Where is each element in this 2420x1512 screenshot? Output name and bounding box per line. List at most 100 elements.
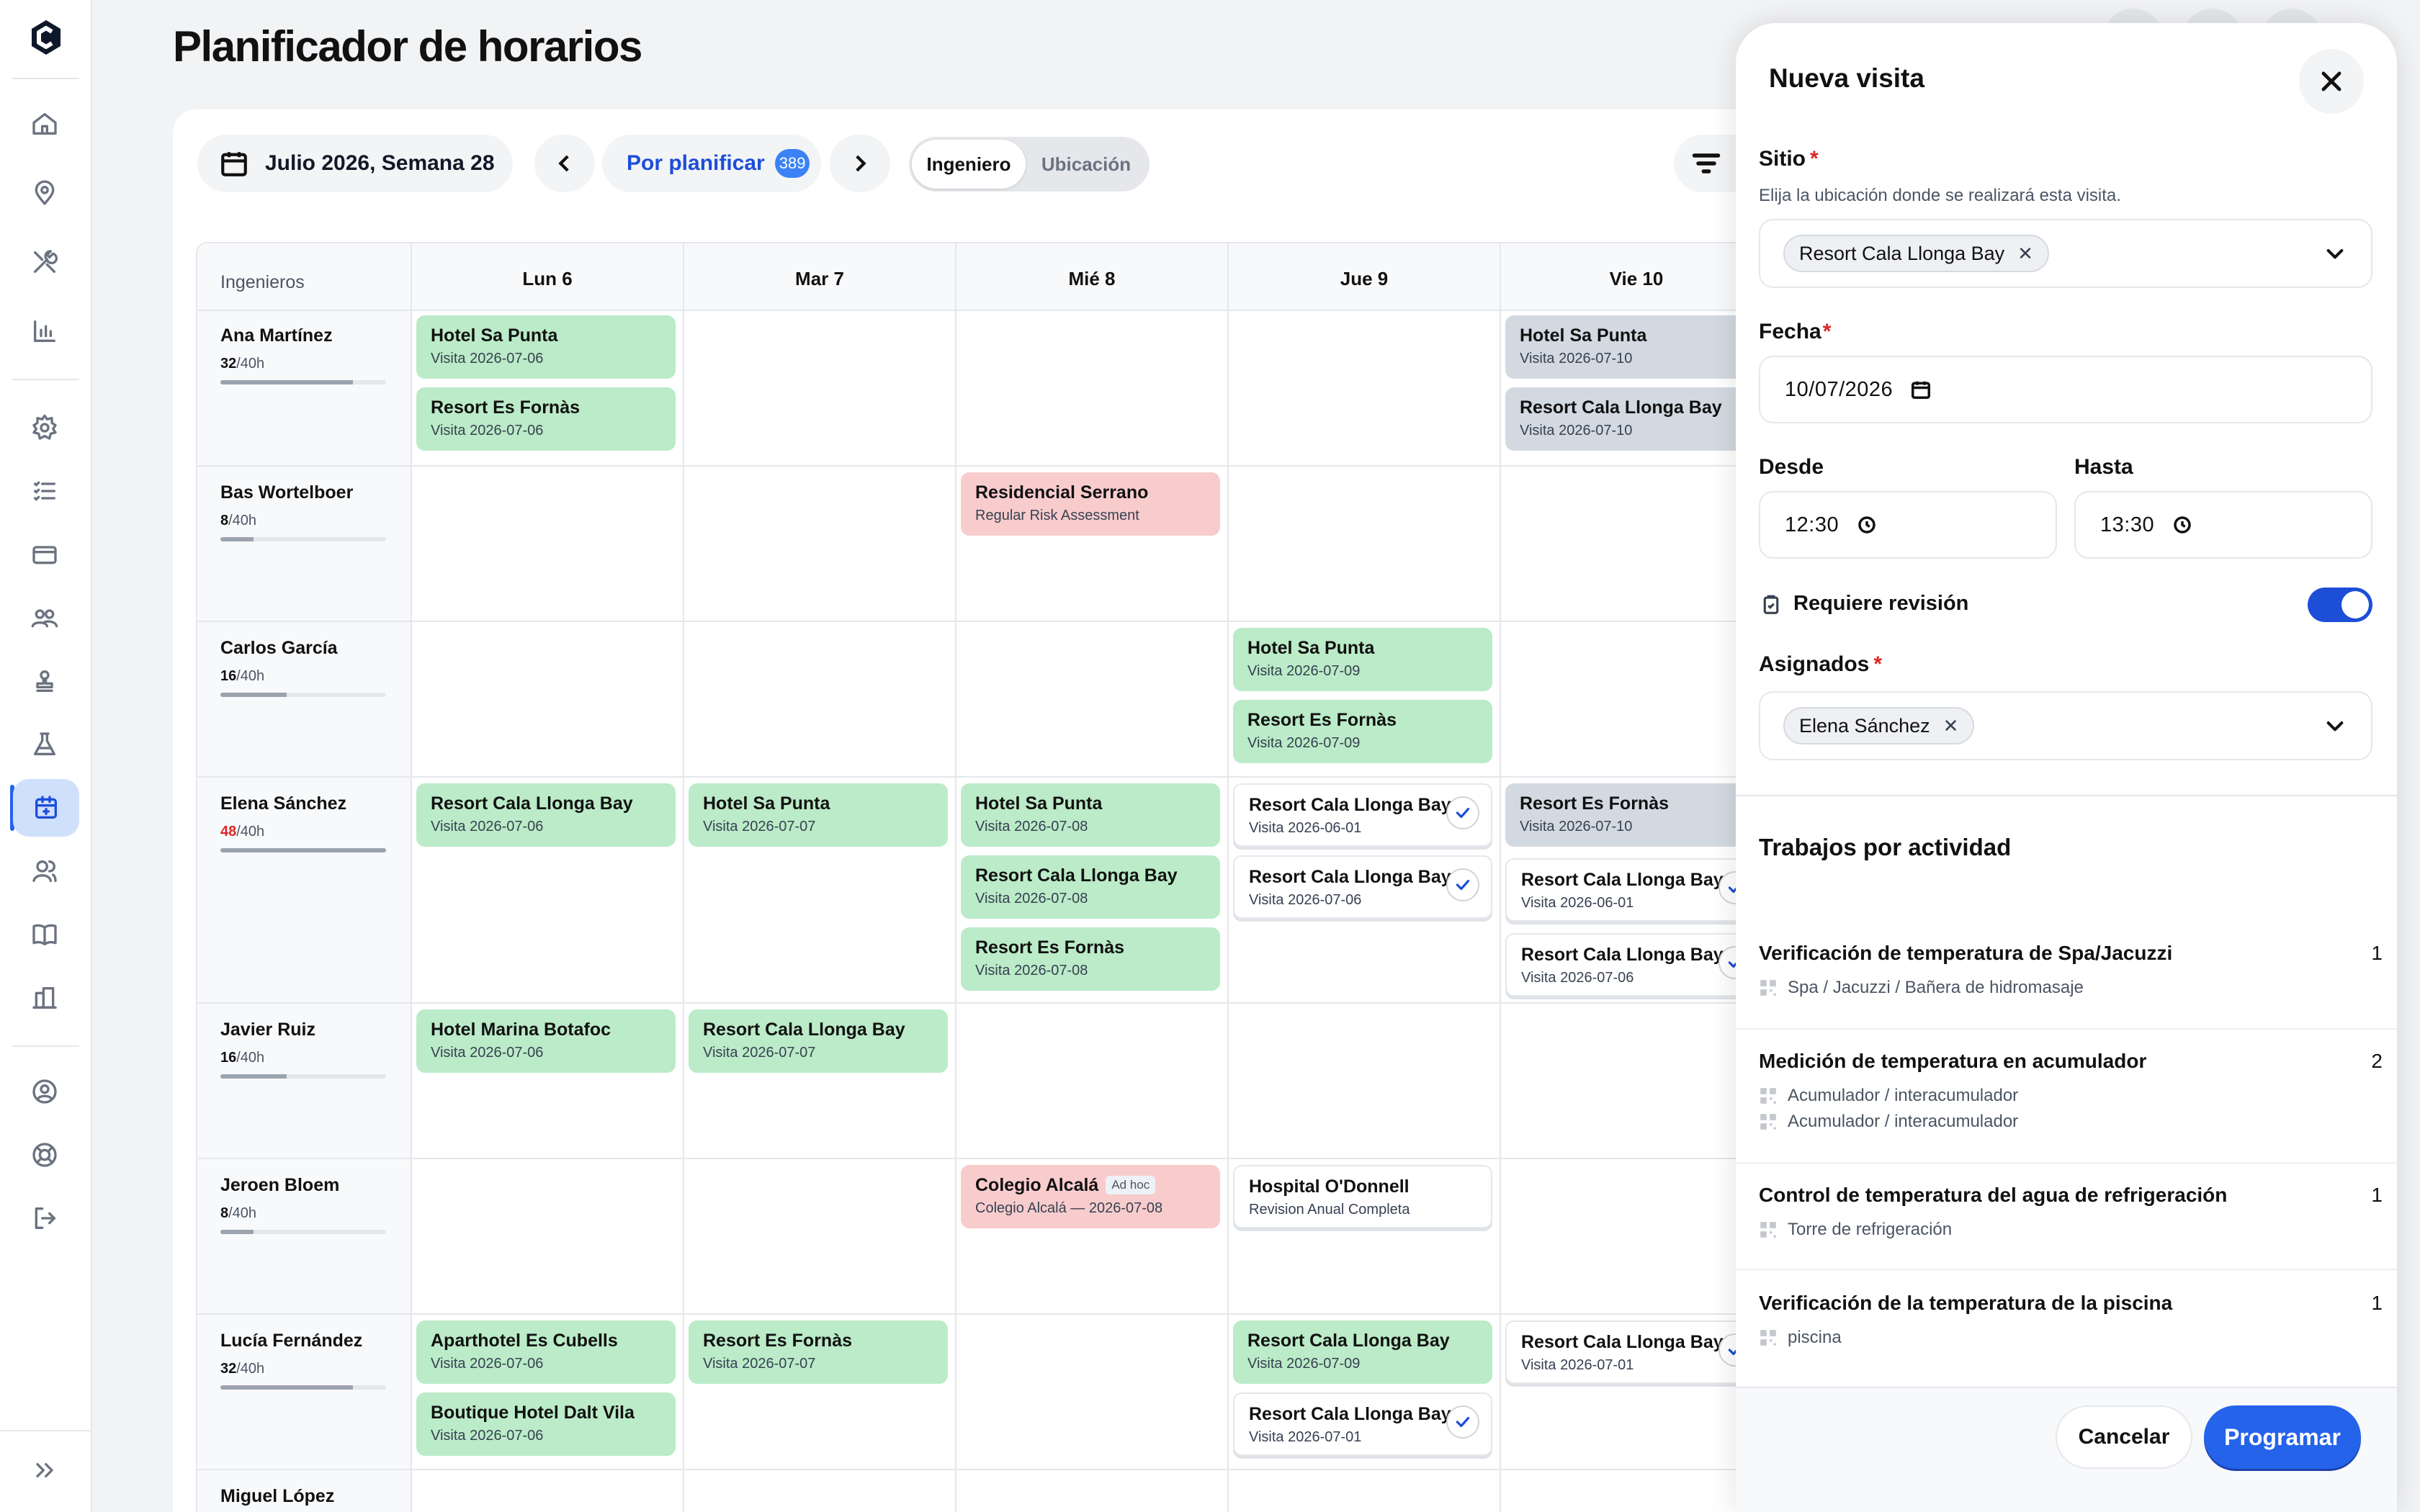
visit-card[interactable]: Resort Cala Llonga Bay Visita 2026-07-06 [416,783,676,847]
grid-column-divider [1500,243,1501,1512]
calendar-icon[interactable] [1910,379,1932,400]
visit-card[interactable]: Resort Cala Llonga Bay Visita 2026-06-01 [1233,783,1492,847]
site-help-text: Elija la ubicación donde se realizará es… [1759,186,2121,205]
engineer-name[interactable]: Carlos García [220,638,338,659]
engineer-load-fill [220,1385,353,1390]
visit-card-subtitle: Revision Anual Completa [1249,1202,1410,1218]
nav-buildings[interactable] [22,975,68,1021]
nav-tasks[interactable] [22,468,68,514]
nav-certificates[interactable] [22,658,68,704]
visit-card[interactable]: Hotel Sa Punta Visita 2026-07-09 [1233,628,1492,691]
view-location-tab[interactable]: Ubicación [1026,140,1147,189]
sidebar-expand-button[interactable] [22,1447,68,1493]
visit-card[interactable]: Boutique Hotel Dalt Vila Visita 2026-07-0… [416,1392,676,1456]
week-picker[interactable]: Julio 2026, Semana 28 [197,135,513,192]
nav-billing[interactable] [22,531,68,577]
visit-card-subtitle: Visita 2026-07-09 [1247,1356,1361,1372]
nav-help[interactable] [22,1132,68,1178]
clipboard-icon [1763,595,1779,614]
visit-card[interactable]: Hotel Sa Punta Visita 2026-07-07 [689,783,948,847]
filter-button[interactable] [1674,135,1739,192]
engineer-name[interactable]: Bas Wortelboer [220,482,353,503]
date-input[interactable]: 10/07/2026 [1759,356,2372,423]
nav-users[interactable] [22,848,68,894]
visit-confirmed-check[interactable] [1446,1405,1479,1439]
unplanned-button[interactable]: Por planificar 389 [602,135,821,192]
grid-column-divider [955,243,956,1512]
nav-logout[interactable] [22,1195,68,1241]
activity-divider [1736,1269,2397,1270]
from-time-input[interactable]: 12:30 [1759,491,2057,559]
engineer-name[interactable]: Elena Sánchez [220,793,346,814]
visit-card[interactable]: Resort Es Fornàs Visita 2026-07-09 [1233,700,1492,763]
next-week-button[interactable] [830,135,890,192]
chip-remove-icon[interactable]: ✕ [1943,715,1959,737]
check-icon [1456,879,1470,891]
visit-confirmed-check[interactable] [1446,868,1479,901]
visit-card-subtitle: Visita 2026-07-06 [431,1045,544,1061]
nav-reports[interactable] [22,308,68,354]
visit-card-subtitle: Visita 2026-07-10 [1520,423,1633,438]
visit-card-title: Hotel Sa Punta [703,793,948,814]
review-toggle[interactable] [2308,588,2372,622]
to-time-input[interactable]: 13:30 [2074,491,2372,559]
sidebar-divider [12,1045,79,1047]
nav-home[interactable] [22,101,68,147]
visit-confirmed-check[interactable] [1446,796,1479,829]
close-button[interactable] [2299,49,2364,114]
engineer-name[interactable]: Miguel López [220,1486,334,1507]
qr-code-icon [1760,1222,1776,1238]
nav-settings[interactable] [22,405,68,451]
visit-card-title-text: Resort Cala Llonga Bay [1521,870,1724,890]
visit-card[interactable]: Hotel Marina Botafoc Visita 2026-07-06 [416,1009,676,1073]
chevron-down-icon [2326,249,2344,259]
cancel-button[interactable]: Cancelar [2056,1405,2192,1469]
visit-card-title-text: Resort Cala Llonga Bay [1249,795,1451,815]
nav-profile[interactable] [22,1068,68,1115]
visit-card[interactable]: Resort Cala Llonga Bay Visita 2026-06-01 [1505,858,1765,922]
visit-card[interactable]: Resort Cala Llonga Bay Visita 2026-07-08 [961,855,1220,919]
engineer-name[interactable]: Lucía Fernández [220,1331,362,1351]
visit-card[interactable]: Hotel Sa Punta Visita 2026-07-08 [961,783,1220,847]
stamp-icon [36,670,53,692]
visit-card[interactable]: Resort Es Fornàs Visita 2026-07-08 [961,927,1220,991]
visit-card[interactable]: Resort Es Fornàs Visita 2026-07-06 [416,387,676,451]
visit-card[interactable]: Resort Cala Llonga Bay Visita 2026-07-07 [689,1009,948,1073]
site-chip: Resort Cala Llonga Bay ✕ [1783,235,2049,272]
visit-card[interactable]: Colegio Alcalá Ad hoc Colegio Alcalá — 202… [961,1165,1220,1228]
visit-card[interactable]: Aparthotel Es Cubells Visita 2026-07-06 [416,1320,676,1384]
visit-card[interactable]: Hospital O'Donnell Revision Anual Complet… [1233,1165,1492,1228]
visit-card[interactable]: Resort Cala Llonga Bay Visita 2026-07-10 [1505,387,1765,451]
visit-card-title: Residencial Serrano [975,482,1220,503]
visit-card[interactable]: Resort Cala Llonga Bay Visita 2026-07-06 [1505,933,1765,996]
engineer-name[interactable]: Ana Martínez [220,325,333,346]
site-select[interactable]: Resort Cala Llonga Bay ✕ [1759,219,2372,288]
visit-card[interactable]: Resort Es Fornàs Visita 2026-07-07 [689,1320,948,1384]
nav-planner[interactable] [13,779,79,837]
chip-remove-icon[interactable]: ✕ [2017,243,2033,265]
visit-card[interactable]: Resort Cala Llonga Bay Visita 2026-07-06 [1233,855,1492,919]
prev-week-button[interactable] [534,135,595,192]
nav-locations[interactable] [22,170,68,216]
nav-tools[interactable] [22,239,68,285]
engineer-name[interactable]: Javier Ruiz [220,1020,315,1040]
nav-teams[interactable] [22,595,68,641]
visit-card[interactable]: Residencial Serrano Regular Risk Assessme… [961,472,1220,536]
visit-card-title: Hotel Marina Botafoc [431,1020,676,1040]
nav-lab[interactable] [22,721,68,768]
nav-docs[interactable] [22,912,68,958]
visit-card[interactable]: Hotel Sa Punta Visita 2026-07-06 [416,315,676,379]
engineer-name[interactable]: Jeroen Bloem [220,1175,339,1196]
visit-card[interactable]: Resort Cala Llonga Bay Visita 2026-07-01 [1505,1320,1765,1384]
visit-card[interactable]: Resort Cala Llonga Bay Visita 2026-07-01 [1233,1392,1492,1456]
visit-card[interactable]: Hotel Sa Punta Visita 2026-07-10 [1505,315,1765,379]
schedule-button[interactable]: Programar [2204,1405,2361,1469]
assignee-select[interactable]: Elena Sánchez ✕ [1759,691,2372,760]
visit-card-title-text: Colegio Alcalá [975,1175,1099,1195]
view-engineer-tab[interactable]: Ingeniero [912,140,1026,189]
home-icon [32,113,57,135]
visit-card-subtitle: Visita 2026-07-08 [975,963,1088,978]
app-logo[interactable] [26,17,66,58]
visit-card[interactable]: Resort Es Fornàs Visita 2026-07-10 [1505,783,1765,847]
visit-card[interactable]: Resort Cala Llonga Bay Visita 2026-07-09 [1233,1320,1492,1384]
